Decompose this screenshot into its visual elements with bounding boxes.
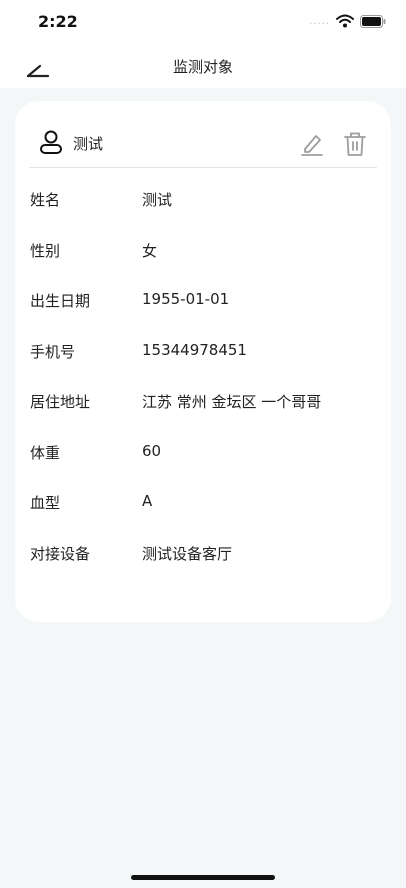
detail-card: 测试 姓名 测试 性别 女 出生日期 1955-01-01 手机号 153449… (15, 101, 391, 622)
row-label: 手机号 (30, 342, 76, 361)
row-label: 体重 (30, 443, 61, 462)
row-label: 对接设备 (30, 544, 91, 563)
row-value: 测试设备客厅 (142, 544, 233, 563)
row-gender: 性别 女 (30, 240, 377, 291)
wifi-icon (336, 14, 354, 28)
row-birthdate: 出生日期 1955-01-01 (30, 290, 377, 341)
row-value: 1955-01-01 (142, 290, 230, 308)
row-label: 居住地址 (30, 393, 91, 411)
row-value: 测试 (142, 191, 173, 209)
edit-icon (301, 135, 323, 156)
trash-icon (344, 132, 366, 156)
row-name: 姓名 测试 (30, 189, 377, 240)
nav-bar: 监测对象 (0, 44, 406, 88)
page-title: 监测对象 (172, 58, 233, 76)
row-label: 出生日期 (30, 292, 91, 310)
row-device: 对接设备 测试设备客厅 (30, 543, 377, 594)
row-phone: 手机号 15344978451 (30, 341, 377, 392)
user-icon (40, 130, 62, 154)
row-label: 性别 (30, 241, 61, 260)
row-value: 60 (142, 441, 162, 460)
delete-button[interactable] (343, 131, 367, 157)
header-name: 测试 (73, 135, 104, 153)
row-value: 江苏 常州 金坛区 一个哥哥 (142, 393, 322, 411)
card-header: 测试 (29, 127, 377, 168)
battery-icon (360, 14, 386, 28)
row-label: 血型 (30, 494, 61, 512)
row-value: A (142, 492, 153, 510)
status-indicators: ..... (309, 14, 386, 28)
info-list: 姓名 测试 性别 女 出生日期 1955-01-01 手机号 153449784… (30, 189, 377, 593)
edit-button[interactable] (299, 131, 325, 157)
home-indicator (131, 875, 275, 880)
row-value: 女 (142, 241, 158, 260)
row-address: 居住地址 江苏 常州 金坛区 一个哥哥 (30, 391, 377, 442)
signal-icon: ..... (309, 15, 330, 27)
status-time: 2:22 (38, 12, 78, 31)
row-weight: 体重 60 (30, 442, 377, 493)
row-label: 姓名 (30, 191, 61, 209)
row-value: 15344978451 (142, 340, 247, 359)
row-blood-type: 血型 A (30, 492, 377, 543)
status-bar: 2:22 ..... (0, 0, 406, 44)
